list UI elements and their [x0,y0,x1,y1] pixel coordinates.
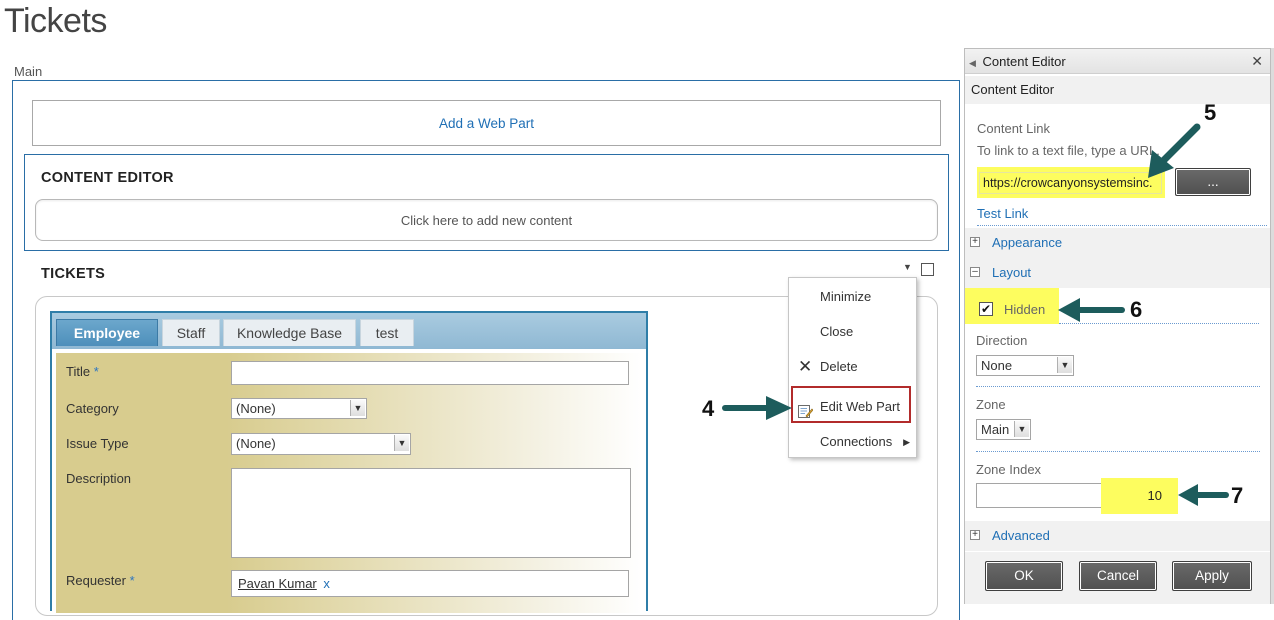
callout-number-4: 4 [702,396,715,421]
callout-arrow-5 [1148,123,1201,178]
callout-arrow-7 [1178,484,1229,506]
callout-arrow-6 [1058,298,1125,322]
callout-number-6: 6 [1130,297,1143,322]
callout-arrows [722,123,1229,506]
callout-number-5: 5 [1204,100,1217,125]
callout-arrow-4 [722,396,792,420]
callout-number-7: 7 [1231,483,1244,508]
